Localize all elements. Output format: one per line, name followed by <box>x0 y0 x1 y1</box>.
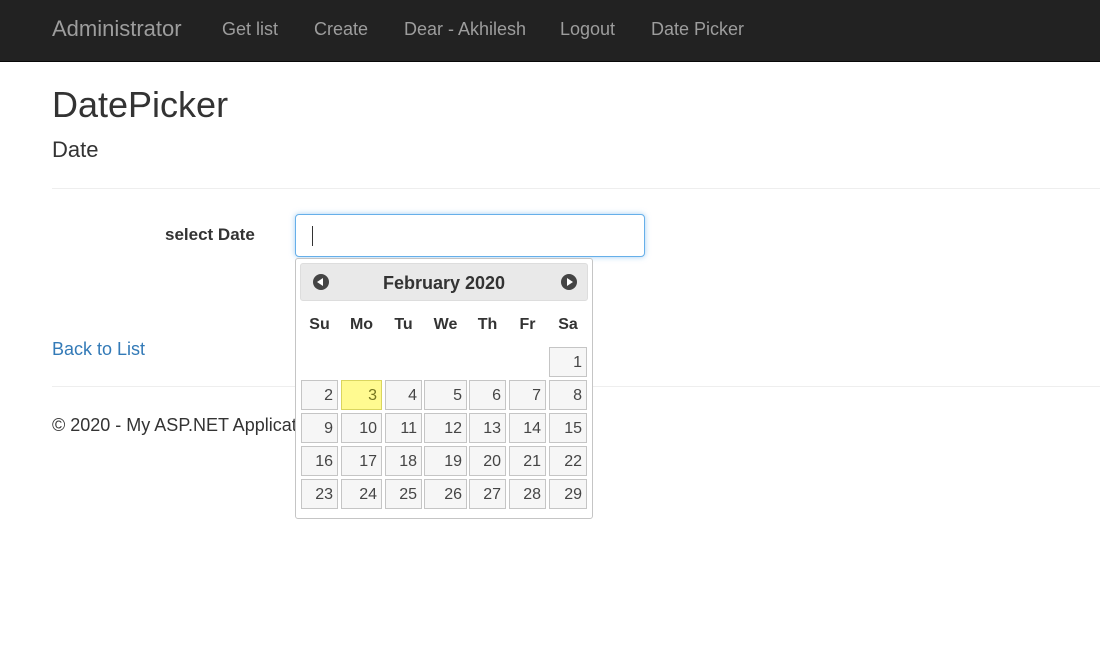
date-input[interactable] <box>295 214 645 257</box>
calendar-day[interactable]: 25 <box>385 479 422 509</box>
calendar-day[interactable]: 10 <box>341 413 382 443</box>
nav-create[interactable]: Create <box>314 19 368 40</box>
calendar-day[interactable]: 16 <box>301 446 338 476</box>
nav-get-list[interactable]: Get list <box>222 19 278 40</box>
calendar-day[interactable]: 15 <box>549 413 587 443</box>
calendar-day[interactable]: 26 <box>424 479 467 509</box>
calendar-day[interactable]: 12 <box>424 413 467 443</box>
calendar-day[interactable]: 4 <box>385 380 422 410</box>
calendar-day[interactable]: 29 <box>549 479 587 509</box>
nav-date-picker[interactable]: Date Picker <box>651 19 744 40</box>
navbar: Administrator Get list Create Dear - Akh… <box>0 0 1100 62</box>
nav-user[interactable]: Dear - Akhilesh <box>404 19 526 40</box>
calendar-day[interactable]: 8 <box>549 380 587 410</box>
datepicker-month-title: February 2020 <box>382 273 506 293</box>
section-title: Date <box>52 137 99 162</box>
calendar-day[interactable]: 17 <box>341 446 382 476</box>
weekday-header: Sa <box>558 316 578 333</box>
datepicker-popup: February 2020 Su Mo Tu We Th Fr Sa 1 2 3 4 5 6 7 8 9 10 1… <box>295 258 593 519</box>
brand-link[interactable]: Administrator <box>52 16 182 42</box>
date-label: select Date <box>165 225 255 244</box>
nav-logout[interactable]: Logout <box>560 19 615 40</box>
calendar-day[interactable]: 5 <box>424 380 467 410</box>
weekday-header: We <box>433 316 458 333</box>
next-month-icon[interactable] <box>561 274 577 290</box>
calendar-day[interactable]: 18 <box>385 446 422 476</box>
calendar-day[interactable]: 21 <box>509 446 546 476</box>
prev-month-icon[interactable] <box>313 274 329 290</box>
calendar-day[interactable]: 11 <box>385 413 422 443</box>
page-title: DatePicker <box>52 84 229 125</box>
calendar-day[interactable]: 6 <box>469 380 506 410</box>
calendar-day[interactable]: 7 <box>509 380 546 410</box>
calendar-day[interactable]: 22 <box>549 446 587 476</box>
calendar-day-today[interactable]: 3 <box>341 380 382 410</box>
weekday-header: Fr <box>519 316 536 333</box>
weekday-header: Th <box>477 316 498 333</box>
back-to-list-link[interactable]: Back to List <box>52 339 145 360</box>
calendar-day[interactable]: 14 <box>509 413 546 443</box>
footer-text: © 2020 - My ASP.NET Applicati <box>52 415 301 435</box>
datepicker-header: February 2020 <box>300 263 588 301</box>
calendar-day[interactable]: 13 <box>469 413 506 443</box>
calendar-day[interactable]: 28 <box>509 479 546 509</box>
weekday-header: Su <box>309 316 330 333</box>
calendar-day[interactable]: 27 <box>469 479 506 509</box>
calendar-day[interactable]: 20 <box>469 446 506 476</box>
calendar-day[interactable]: 9 <box>301 413 338 443</box>
weekday-header: Mo <box>349 316 374 333</box>
calendar-day[interactable]: 23 <box>301 479 338 509</box>
calendar-day[interactable]: 19 <box>424 446 467 476</box>
divider-top <box>52 188 1100 189</box>
weekday-header: Tu <box>394 316 413 333</box>
text-caret <box>312 226 313 246</box>
calendar-day[interactable]: 24 <box>341 479 382 509</box>
calendar-day[interactable]: 2 <box>301 380 338 410</box>
calendar-day[interactable]: 1 <box>549 347 587 377</box>
